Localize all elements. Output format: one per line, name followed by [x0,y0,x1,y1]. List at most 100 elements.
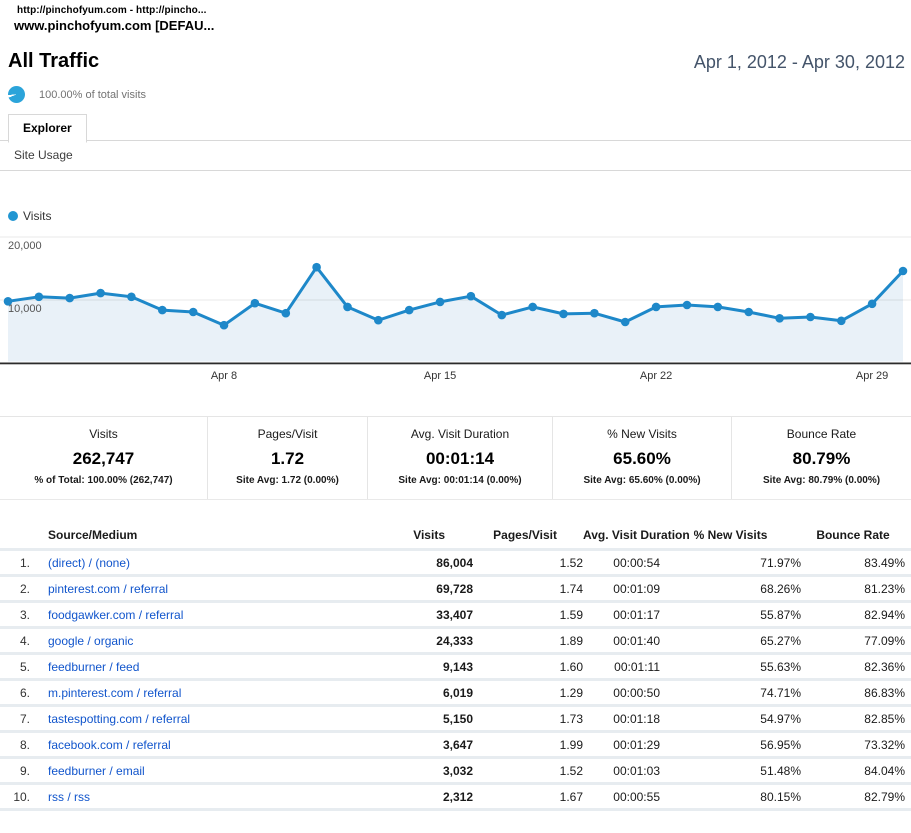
data-point[interactable] [4,297,13,306]
pages-per-visit-cell: 1.29 [473,686,583,700]
column-header-new-visits[interactable]: % New Visits [660,528,801,542]
metric-label: Avg. Visit Duration [368,427,552,441]
data-point[interactable] [775,314,784,323]
data-point[interactable] [374,316,383,325]
column-header-bounce-rate[interactable]: Bounce Rate [801,528,905,542]
data-point[interactable] [189,308,198,317]
data-point[interactable] [683,301,692,310]
source-medium-link[interactable]: feedburner / email [48,764,145,778]
data-point[interactable] [96,289,105,298]
data-point[interactable] [498,311,507,320]
table-row: 2.pinterest.com / referral69,7281.7400:0… [0,577,911,603]
percent-new-visits-cell: 51.48% [660,764,801,778]
avg-visit-duration-cell: 00:01:03 [583,764,660,778]
pages-per-visit-cell: 1.52 [473,764,583,778]
data-point[interactable] [714,303,723,312]
data-point[interactable] [621,318,630,327]
source-medium-link[interactable]: foodgawker.com / referral [48,608,183,622]
data-point[interactable] [868,300,877,309]
data-point[interactable] [744,308,753,317]
metric-value: 65.60% [553,449,731,469]
data-point[interactable] [312,263,321,272]
data-point[interactable] [899,267,908,276]
report-tabs: Explorer [0,113,911,141]
data-point[interactable] [806,313,815,322]
metric-label: Pages/Visit [208,427,367,441]
data-point[interactable] [35,293,44,302]
visits-chart-svg[interactable]: 10,00020,000Apr 8Apr 15Apr 22Apr 29 [0,227,911,385]
report-header: All Traffic Apr 1, 2012 - Apr 30, 2012 [0,33,911,73]
bounce-rate-cell: 82.36% [801,660,905,674]
visits-cell: 69,728 [373,582,473,596]
metric-bounce-rate: Bounce Rate 80.79% Site Avg: 80.79% (0.0… [732,417,911,499]
data-point[interactable] [251,299,260,308]
visits-series-dot-icon [8,211,18,221]
visits-cell: 33,407 [373,608,473,622]
data-point[interactable] [343,303,352,312]
metric-label: % New Visits [553,427,731,441]
chart-legend[interactable]: Visits [8,209,911,223]
source-medium-link[interactable]: (direct) / (none) [48,556,130,570]
data-point[interactable] [436,298,445,307]
source-medium-link[interactable]: pinterest.com / referral [48,582,168,596]
column-header-pages-visit[interactable]: Pages/Visit [473,528,583,542]
data-point[interactable] [652,303,661,312]
row-rank: 3. [0,608,30,622]
x-axis-line [0,363,911,365]
x-axis-tick-label: Apr 8 [211,370,237,382]
bounce-rate-cell: 77.09% [801,634,905,648]
column-header-avg-visit-duration[interactable]: Avg. Visit Duration [583,528,660,542]
x-axis-tick-label: Apr 22 [640,370,672,382]
metric-subtext: Site Avg: 1.72 (0.00%) [208,475,367,486]
source-medium-link[interactable]: google / organic [48,634,133,648]
source-medium-cell: (direct) / (none) [30,556,373,570]
metric-pages-per-visit: Pages/Visit 1.72 Site Avg: 1.72 (0.00%) [208,417,368,499]
bounce-rate-cell: 82.79% [801,790,905,804]
data-point[interactable] [837,317,846,326]
data-point[interactable] [65,294,74,303]
data-point[interactable] [158,306,167,315]
visits-timeline-chart[interactable]: 10,00020,000Apr 8Apr 15Apr 22Apr 29 [0,227,911,390]
table-row: 6.m.pinterest.com / referral6,0191.2900:… [0,681,911,707]
subnav-site-usage[interactable]: Site Usage [14,148,73,162]
summary-metrics: Visits 262,747 % of Total: 100.00% (262,… [0,416,911,500]
data-point[interactable] [467,292,476,301]
x-axis-tick-label: Apr 15 [424,370,456,382]
date-range-selector[interactable]: Apr 1, 2012 - Apr 30, 2012 [694,52,905,73]
metric-subtext: % of Total: 100.00% (262,747) [0,475,207,486]
row-rank: 6. [0,686,30,700]
column-header-source-medium[interactable]: Source/Medium [30,528,373,542]
table-row: 4.google / organic24,3331.8900:01:4065.2… [0,629,911,655]
bounce-rate-cell: 81.23% [801,582,905,596]
data-point[interactable] [220,321,229,330]
visits-cell: 24,333 [373,634,473,648]
tab-explorer[interactable]: Explorer [8,114,87,143]
table-row: 1.(direct) / (none)86,0041.5200:00:5471.… [0,551,911,577]
bounce-rate-cell: 73.32% [801,738,905,752]
data-point[interactable] [405,306,414,315]
source-medium-cell: foodgawker.com / referral [30,608,373,622]
percent-new-visits-cell: 74.71% [660,686,801,700]
data-point[interactable] [559,310,568,319]
y-axis-tick-label: 10,000 [8,303,42,315]
data-point[interactable] [282,309,291,318]
table-row: 9.feedburner / email3,0321.5200:01:0351.… [0,759,911,785]
source-medium-link[interactable]: feedburner / feed [48,660,139,674]
avg-visit-duration-cell: 00:01:18 [583,712,660,726]
source-medium-link[interactable]: facebook.com / referral [48,738,171,752]
page-title: All Traffic [8,50,99,73]
row-rank: 1. [0,556,30,570]
visits-area-fill [8,267,903,361]
pages-per-visit-cell: 1.52 [473,556,583,570]
bounce-rate-cell: 84.04% [801,764,905,778]
profile-url-line: http://pinchofyum.com - http://pincho... [0,0,911,16]
column-header-visits[interactable]: Visits [373,528,473,542]
data-point[interactable] [127,293,136,302]
data-point[interactable] [528,303,537,312]
source-medium-link[interactable]: rss / rss [48,790,90,804]
data-point[interactable] [590,309,599,318]
source-medium-link[interactable]: tastespotting.com / referral [48,712,190,726]
pages-per-visit-cell: 1.67 [473,790,583,804]
source-medium-link[interactable]: m.pinterest.com / referral [48,686,181,700]
metric-value: 1.72 [208,449,367,469]
